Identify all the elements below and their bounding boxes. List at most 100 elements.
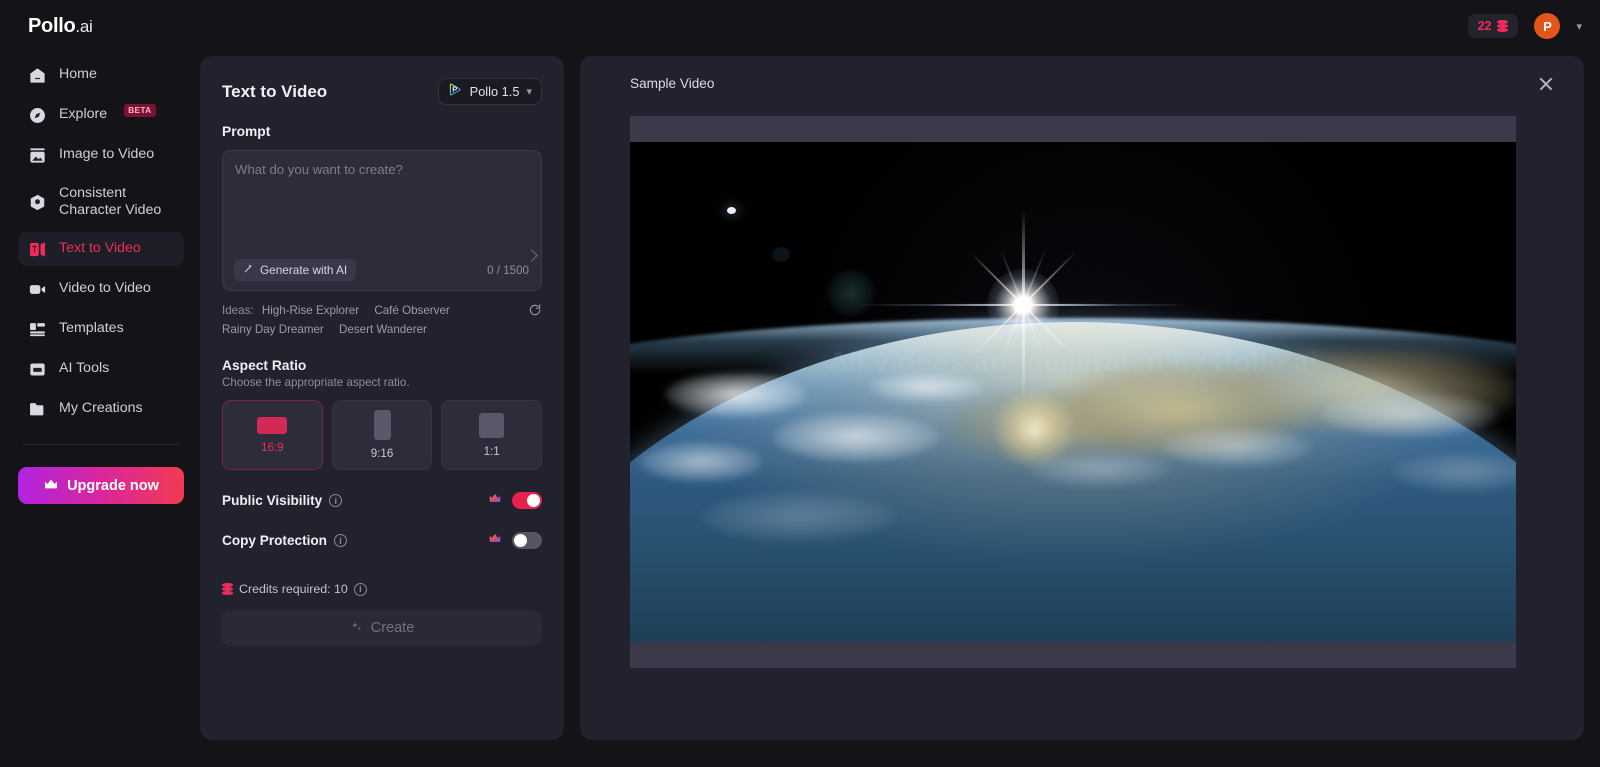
info-icon[interactable]: i [333, 534, 347, 548]
copy-protection-label: Copy Protection [222, 533, 327, 549]
cloud [869, 372, 985, 402]
aspect-ratio-label: Aspect Ratio [222, 358, 307, 374]
sparkle-icon [350, 620, 363, 637]
sidebar-item-home[interactable]: Home [18, 58, 184, 92]
aspect-ratio-options: 16:9 9:16 1:1 [222, 400, 543, 471]
info-icon[interactable]: i [353, 582, 367, 596]
home-icon [28, 66, 47, 85]
ratio-label: 9:16 [370, 447, 394, 461]
idea-chip[interactable]: Rainy Day Dreamer [222, 323, 324, 336]
sidebar-item-label: Image to Video [59, 146, 155, 163]
credits-required-label: Credits required: 10 [239, 582, 348, 597]
sidebar-item-templates[interactable]: Templates [18, 312, 184, 346]
sidebar-item-label: Video to Video [59, 280, 151, 297]
public-visibility-right [488, 491, 542, 510]
crown-icon [488, 491, 502, 510]
brand-logo[interactable]: Pollo.ai [28, 14, 93, 38]
copy-protection-toggle[interactable] [512, 532, 542, 550]
prompt-input[interactable]: What do you want to create? Generate wit… [222, 150, 542, 291]
crown-icon [43, 476, 59, 496]
sidebar-item-video-to-video[interactable]: Video to Video [18, 272, 184, 306]
sample-video-panel: Sample Video [580, 56, 1584, 740]
upgrade-button[interactable]: Upgrade now [18, 467, 184, 504]
panel-header: Text to Video Pollo 1.5 ▾ [222, 78, 542, 105]
sidebar-item-image-to-video[interactable]: Image to Video [18, 138, 184, 172]
ratio-shape [257, 416, 288, 434]
public-visibility-row: Public Visibility i [222, 491, 542, 510]
model-selector[interactable]: Pollo 1.5 ▾ [437, 78, 542, 105]
model-name: Pollo 1.5 [469, 84, 520, 99]
generate-with-ai-label: Generate with AI [260, 263, 348, 277]
credits-badge[interactable]: 22 [1467, 14, 1519, 38]
video-stage: All videos are generated by Pollo.ai [630, 116, 1516, 668]
sidebar-item-explore[interactable]: Explore BETA [18, 98, 184, 132]
sidebar-item-text-to-video[interactable]: Text to Video [18, 232, 184, 266]
page-title: Text to Video [222, 81, 328, 101]
idea-chip[interactable]: Desert Wanderer [339, 323, 427, 336]
aspect-ratio-9-16[interactable]: 9:16 [331, 400, 433, 471]
sidebar-item-label: Text to Video [59, 240, 141, 257]
beta-badge: BETA [124, 103, 156, 117]
sidebar-item-label: Home [59, 66, 97, 83]
lens-flare-ring [824, 269, 877, 316]
top-bar-right: 22 P ▾ [1467, 13, 1582, 39]
image-video-icon [28, 146, 47, 165]
avatar[interactable]: P [1534, 13, 1561, 39]
aspect-ratio-16-9[interactable]: 16:9 [222, 400, 323, 471]
credits-count: 22 [1477, 19, 1492, 33]
generate-with-ai-button[interactable]: Generate with AI [234, 259, 357, 281]
aspect-ratio-sub: Choose the appropriate aspect ratio. [222, 376, 410, 390]
sidebar-item-label: My Creations [59, 400, 143, 417]
sidebar-item-consistent-character-video[interactable]: Consistent Character Video [18, 178, 184, 226]
cloud [771, 412, 941, 462]
chevron-down-icon[interactable]: ▾ [1576, 20, 1582, 33]
text-video-icon [28, 240, 47, 259]
info-icon[interactable]: i [329, 494, 343, 508]
coin-stack-icon [222, 583, 233, 595]
ai-tools-icon [28, 360, 47, 379]
ratio-shape [479, 412, 505, 438]
video-camera-icon [28, 280, 47, 299]
prompt-placeholder: What do you want to create? [235, 162, 403, 177]
copy-protection-right [488, 531, 542, 550]
sample-video-header: Sample Video [630, 76, 1554, 106]
character-video-icon [28, 193, 47, 212]
ratio-label: 16:9 [261, 440, 284, 454]
close-icon[interactable] [1538, 76, 1554, 92]
avatar-initial: P [1543, 18, 1552, 34]
ideas-row-2: Rainy Day Dreamer Desert Wanderer [222, 320, 516, 339]
aspect-ratio-1-1[interactable]: 1:1 [441, 400, 543, 471]
chevron-down-icon: ▾ [526, 86, 532, 98]
brand-suffix: .ai [75, 16, 93, 36]
sun-flare [853, 209, 1194, 400]
coin-stack-icon [1497, 20, 1509, 32]
create-button[interactable]: Create [222, 610, 542, 647]
prompt-footer: Generate with AI 0 / 1500 [234, 259, 529, 281]
lens-flare-halo [771, 247, 790, 262]
sidebar-item-my-creations[interactable]: My Creations [18, 392, 184, 426]
copy-protection-left: Copy Protection i [222, 533, 347, 548]
crown-icon [488, 531, 502, 550]
copy-protection-row: Copy Protection i [222, 531, 542, 550]
pollo-logo-icon [448, 82, 463, 102]
wand-icon [243, 263, 254, 277]
ideas-label: Ideas: [222, 304, 254, 317]
video-player[interactable]: All videos are generated by Pollo.ai [630, 142, 1516, 642]
idea-chip[interactable]: Café Observer [374, 304, 449, 317]
prompt-label: Prompt [222, 124, 271, 139]
compass-icon [28, 106, 47, 125]
toggle-knob [514, 534, 527, 548]
sidebar-item-label: Templates [59, 320, 124, 337]
public-visibility-toggle[interactable] [512, 492, 542, 510]
upgrade-label: Upgrade now [67, 477, 159, 494]
char-counter: 0 / 1500 [487, 263, 529, 277]
brand-name: Pollo [28, 14, 76, 37]
sidebar-divider [22, 444, 180, 445]
refresh-icon[interactable] [528, 303, 542, 317]
cloud [1161, 427, 1313, 467]
cloud [700, 492, 896, 542]
ideas-row-1: Ideas: High-Rise Explorer Café Observer [222, 301, 516, 320]
sidebar-item-ai-tools[interactable]: AI Tools [18, 352, 184, 386]
top-bar: Pollo.ai 22 P ▾ [0, 0, 1600, 52]
idea-chip[interactable]: High-Rise Explorer [262, 304, 359, 317]
